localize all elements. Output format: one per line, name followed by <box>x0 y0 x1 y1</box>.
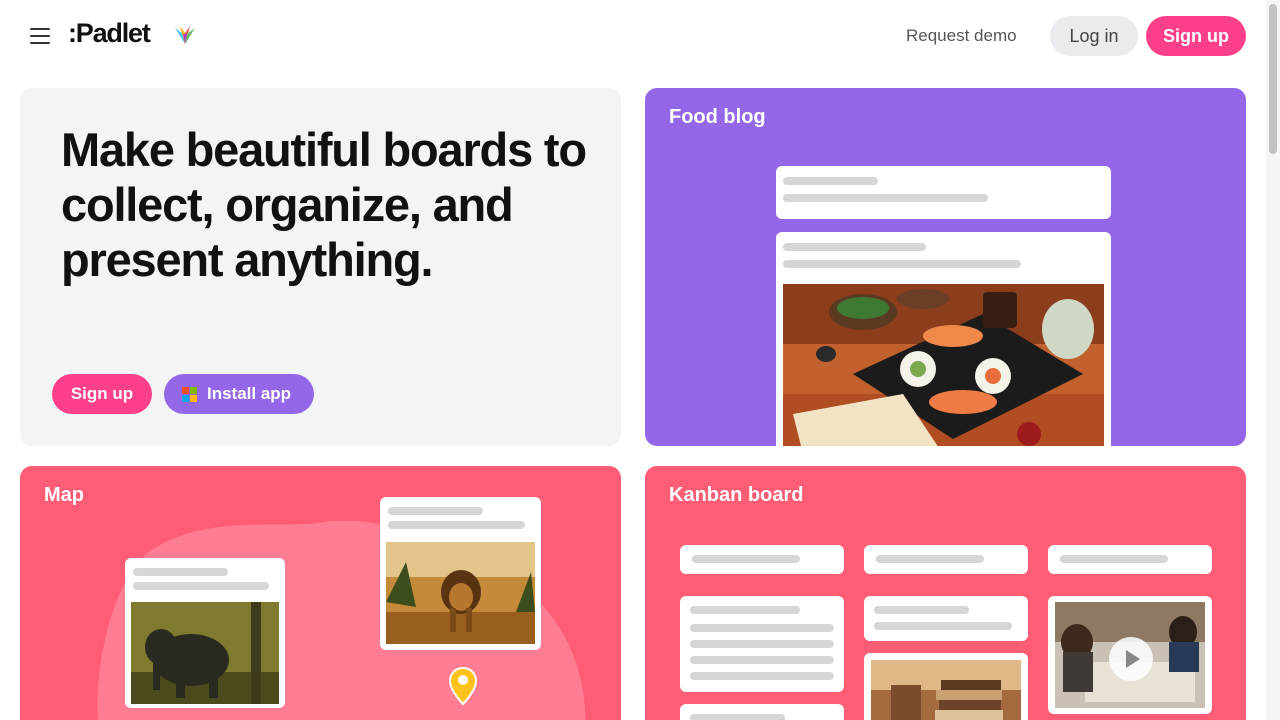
food-blog-title: Food blog <box>669 106 766 128</box>
map-card[interactable]: Map <box>20 466 621 720</box>
windows-logo-icon <box>182 387 197 402</box>
hero-signup-button[interactable]: Sign up <box>52 374 152 414</box>
hero-headline: Make beautiful boards to collect, organi… <box>61 123 587 286</box>
map-pin-lion-card <box>380 497 541 650</box>
kanban-board-card[interactable]: Kanban board <box>645 466 1246 720</box>
request-demo-link[interactable]: Request demo <box>890 16 1033 56</box>
kanban-col1-item2 <box>680 704 844 720</box>
books-image <box>871 660 1021 720</box>
sushi-image <box>783 284 1104 446</box>
map-pin-icon <box>448 666 478 706</box>
kanban-board-title: Kanban board <box>669 484 804 506</box>
install-app-button[interactable]: Install app <box>164 374 314 414</box>
lion-image <box>386 542 535 644</box>
padlet-logo-mark-icon <box>175 26 195 44</box>
food-blog-card[interactable]: Food blog <box>645 88 1246 446</box>
kanban-col3-header <box>1048 545 1212 574</box>
play-icon[interactable] <box>1108 636 1154 682</box>
elephant-image <box>131 602 279 704</box>
scrollbar-thumb[interactable] <box>1269 4 1277 154</box>
signup-button-header[interactable]: Sign up <box>1146 16 1246 56</box>
kanban-col2-item1 <box>864 596 1028 641</box>
kanban-col1-header <box>680 545 844 574</box>
kanban-col2-item2 <box>864 653 1028 720</box>
hero-card: Make beautiful boards to collect, organi… <box>20 88 621 446</box>
kanban-col1-item1 <box>680 596 844 692</box>
kanban-col3-video-item <box>1048 596 1212 714</box>
hamburger-menu-icon[interactable] <box>24 22 56 50</box>
food-post-2 <box>776 232 1111 446</box>
food-post-1 <box>776 166 1111 219</box>
map-title: Map <box>44 484 84 506</box>
kanban-col2-header <box>864 545 1028 574</box>
page-scrollbar[interactable] <box>1266 0 1280 720</box>
site-header: :Padlet Request demo Log in Sign up <box>0 0 1266 72</box>
padlet-logo[interactable]: :Padlet <box>68 18 151 49</box>
map-pin-elephant-card <box>125 558 285 708</box>
login-button[interactable]: Log in <box>1050 16 1138 56</box>
install-app-label: Install app <box>207 384 292 403</box>
